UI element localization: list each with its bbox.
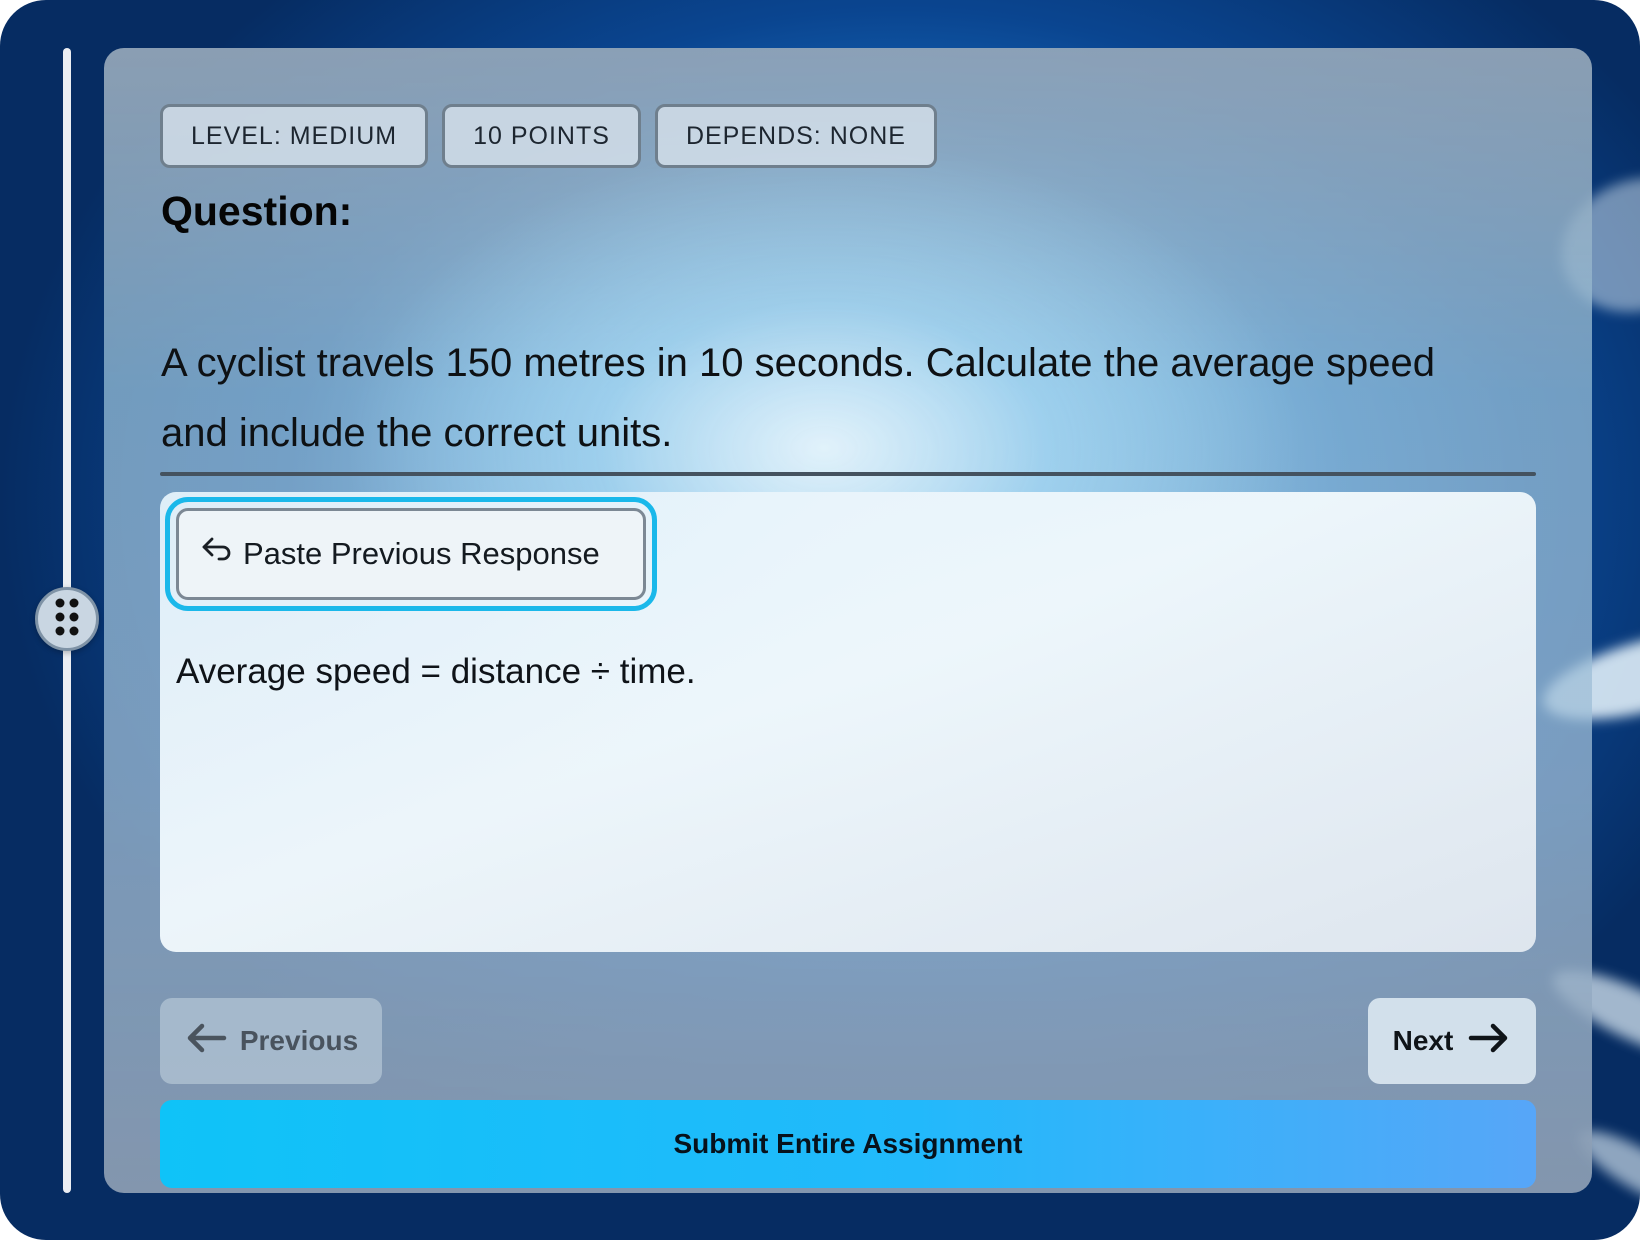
submit-assignment-button[interactable]: Submit Entire Assignment	[160, 1100, 1536, 1188]
next-label: Next	[1392, 1025, 1454, 1056]
arrow-right-icon	[1467, 1021, 1511, 1062]
question-panel: LEVEL: MEDIUM 10 POINTS DEPENDS: NONE Qu…	[104, 48, 1592, 1193]
next-button[interactable]: Next	[1368, 998, 1536, 1084]
drag-handle[interactable]	[35, 587, 99, 651]
question-heading: Question:	[161, 188, 353, 234]
question-meta-chips: LEVEL: MEDIUM 10 POINTS DEPENDS: NONE	[160, 104, 937, 168]
drag-handle-dots-icon	[53, 597, 81, 642]
question-text: A cyclist travels 150 metres in 10 secon…	[161, 341, 1436, 455]
answer-text[interactable]: Average speed = distance ÷ time.	[176, 652, 696, 692]
window: LEVEL: MEDIUM 10 POINTS DEPENDS: NONE Qu…	[0, 0, 1640, 1240]
previous-button[interactable]: Previous	[160, 998, 382, 1084]
depends-chip: DEPENDS: NONE	[654, 104, 937, 168]
points-chip: 10 POINTS	[442, 104, 641, 168]
divider	[160, 472, 1536, 476]
level-chip: LEVEL: MEDIUM	[160, 104, 429, 168]
arrow-left-icon	[184, 1021, 228, 1062]
paste-button-label: Paste Previous Response	[243, 536, 600, 571]
paste-previous-response-button[interactable]: Paste Previous Response	[165, 497, 657, 611]
answer-editor[interactable]: Paste Previous Response Average speed = …	[160, 492, 1536, 952]
previous-label: Previous	[239, 1025, 359, 1056]
return-arrow-icon	[199, 535, 233, 573]
